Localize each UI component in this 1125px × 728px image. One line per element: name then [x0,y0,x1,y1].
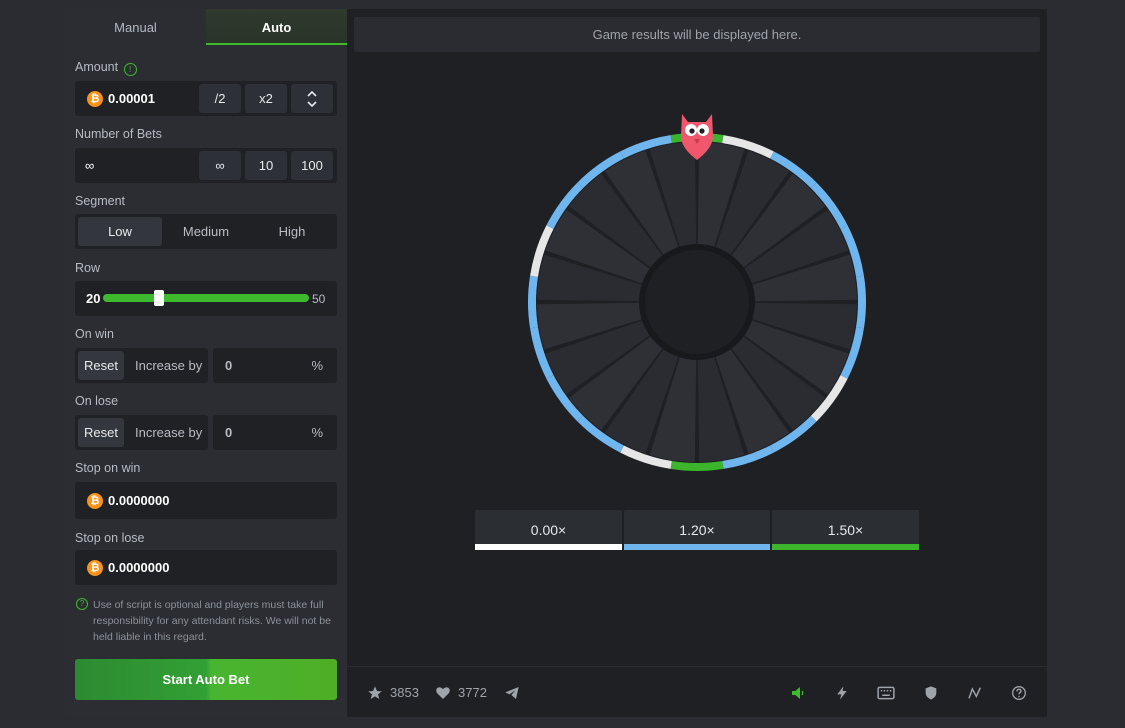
help-button[interactable] [1011,667,1027,718]
on-win-label: On win [75,327,114,341]
bets-infinite-button[interactable]: ∞ [199,151,241,180]
amount-stepper-button[interactable] [291,84,333,113]
on-lose-reset-button[interactable]: Reset [78,418,124,447]
double-amount-button[interactable]: x2 [245,84,287,113]
telegram-button[interactable] [504,667,520,718]
stars-count: 3853 [390,685,419,700]
on-win-input-field: 0 % [213,348,337,383]
bets-field: ∞ ∞ 10 100 [75,148,337,183]
stop-on-win-label: Stop on win [75,461,141,475]
bets-input[interactable]: ∞ [85,158,94,173]
help-circle-icon: ? [76,598,88,610]
star-icon [368,685,382,699]
keyboard-icon [877,686,895,699]
multiplier-1-label: 1.20× [679,522,715,538]
fairness-button[interactable] [923,667,939,718]
help-icon [1012,685,1026,700]
multiplier-2-bar [772,544,919,550]
on-win-input[interactable]: 0 [225,358,232,373]
stop-on-win-field: ₿ 0.0000000 [75,482,337,519]
wheel-hub [639,244,755,360]
on-lose-input[interactable]: 0 [225,425,232,440]
amount-label: Amount ! [75,60,137,76]
segment-selector: Low Medium High [75,214,337,249]
multiplier-1-bar [624,544,770,550]
telegram-icon [505,686,519,699]
amount-input[interactable]: 0.00001 [108,91,155,106]
sound-button[interactable] [790,667,806,718]
half-amount-button[interactable]: /2 [199,84,241,113]
on-win-unit: % [311,358,323,373]
multiplier-0-bar [475,544,622,550]
bitcoin-icon: ₿ [87,560,103,576]
tab-manual[interactable]: Manual [65,9,206,45]
on-win-increase-option[interactable]: Increase by [135,358,202,373]
stop-on-lose-input[interactable]: 0.0000000 [108,560,169,575]
segment-low[interactable]: Low [78,217,162,246]
on-lose-mode: Reset Increase by [75,415,208,450]
on-win-reset-button[interactable]: Reset [78,351,124,380]
on-lose-increase-option[interactable]: Increase by [135,425,202,440]
amount-field: ₿ 0.00001 /2 x2 [75,81,337,116]
shield-icon [925,685,937,700]
amount-label-text: Amount [75,60,119,74]
multiplier-2-label: 1.50× [827,522,864,538]
footer-bar: 3853 3772 [347,666,1047,718]
wheel-ring-segment [528,275,538,329]
multiplier-0: 0.00× [475,510,622,550]
segment-medium[interactable]: Medium [164,217,248,246]
row-slider-thumb[interactable] [153,290,164,306]
heart-icon [436,686,450,699]
wheel [528,133,866,471]
game-results-bar: Game results will be displayed here. [354,17,1040,52]
row-min-value: 20 [86,291,101,306]
row-slider-field: 20 50 [75,281,337,316]
bitcoin-icon: ₿ [87,91,103,107]
stats-button[interactable] [967,667,983,718]
game-frame: Manual Auto Amount ! ₿ 0.00001 /2 x2 Num… [65,9,1047,717]
on-lose-input-field: 0 % [213,415,337,450]
row-max-value: 50 [312,292,326,306]
wheel-ring-segment [856,275,866,329]
wheel-ring-segment [670,461,724,471]
multiplier-1: 1.20× [624,510,770,550]
stars-counter[interactable]: 3853 [367,667,419,718]
on-win-mode: Reset Increase by [75,348,208,383]
stop-on-win-input[interactable]: 0.0000000 [108,493,169,508]
owl-pointer-icon [681,114,713,160]
start-auto-bet-button[interactable]: Start Auto Bet [75,659,337,700]
sound-icon [792,686,804,699]
stop-on-lose-field: ₿ 0.0000000 [75,550,337,585]
tab-auto[interactable]: Auto [206,9,347,45]
likes-count: 3772 [458,685,487,700]
bets-10-button[interactable]: 10 [245,151,287,180]
chart-icon [968,686,981,699]
bitcoin-icon: ₿ [87,493,103,509]
stop-on-lose-label: Stop on lose [75,531,145,545]
multiplier-0-label: 0.00× [530,522,567,538]
chevron-up-down-icon [307,90,317,107]
lightning-icon [837,685,847,700]
segment-label: Segment [75,194,126,208]
hotkeys-button[interactable] [877,667,895,718]
bets-100-button[interactable]: 100 [291,151,333,180]
row-slider-track[interactable] [103,294,309,302]
mode-tabs: Manual Auto [65,9,347,45]
on-lose-unit: % [311,425,323,440]
control-panel: Manual Auto Amount ! ₿ 0.00001 /2 x2 Num… [65,9,347,717]
info-icon[interactable]: ! [123,63,137,76]
row-label: Row [75,261,101,275]
segment-high[interactable]: High [250,217,334,246]
likes-counter[interactable]: 3772 [435,667,487,718]
disclaimer-text: Use of script is optional and players mu… [93,599,331,643]
on-lose-label: On lose [75,394,119,408]
multiplier-2: 1.50× [772,510,919,550]
turbo-button[interactable] [834,667,850,718]
bets-label: Number of Bets [75,127,162,141]
